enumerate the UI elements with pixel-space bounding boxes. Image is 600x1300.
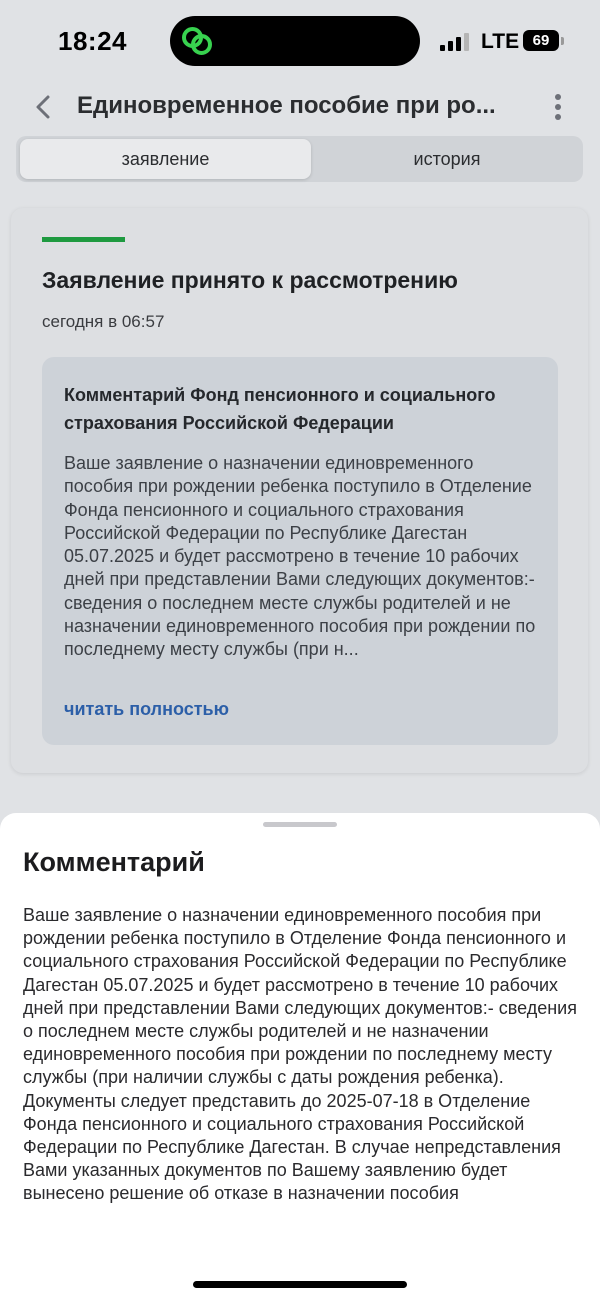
tab-bar: заявление история — [16, 136, 583, 182]
page-title: Единовременное пособие при ро... — [77, 92, 496, 119]
battery-icon: 69 — [523, 30, 559, 51]
status-bar: 18:24 LTE 69 — [0, 0, 600, 82]
status-date: сегодня в 06:57 — [42, 312, 165, 331]
green-link-icon — [182, 27, 212, 55]
application-status-card: Заявление принято к рассмотрению сегодня… — [11, 208, 588, 773]
chevron-left-icon[interactable] — [30, 92, 58, 122]
sheet-comment-text: Ваше заявление о назначении единовременн… — [23, 905, 577, 1204]
dynamic-island — [170, 16, 420, 66]
comment-preview: Ваше заявление о назначении единовременн… — [64, 453, 536, 660]
battery-level: 69 — [532, 32, 550, 49]
comment-bottom-sheet: Комментарий Ваше заявление о назначении … — [0, 813, 600, 1300]
cellular-signal-icon — [440, 33, 470, 51]
network-type: LTE — [481, 30, 520, 53]
sheet-title: Комментарий — [23, 847, 205, 877]
read-more-link[interactable]: читать полностью — [64, 699, 229, 720]
app-header: Единовременное пособие при ро... — [0, 82, 600, 132]
comment-box: Комментарий Фонд пенсионного и социально… — [42, 357, 558, 745]
sheet-drag-handle[interactable] — [263, 822, 337, 827]
status-indicator-bar — [42, 237, 125, 242]
tab-history[interactable]: история — [311, 139, 583, 179]
more-vertical-icon[interactable] — [548, 92, 568, 122]
battery-tip — [561, 37, 564, 45]
status-time: 18:24 — [58, 26, 127, 56]
home-indicator[interactable] — [193, 1281, 407, 1288]
comment-author: Комментарий Фонд пенсионного и социально… — [64, 385, 496, 433]
tab-application[interactable]: заявление — [20, 139, 311, 179]
status-title: Заявление принято к рассмотрению — [42, 267, 458, 293]
